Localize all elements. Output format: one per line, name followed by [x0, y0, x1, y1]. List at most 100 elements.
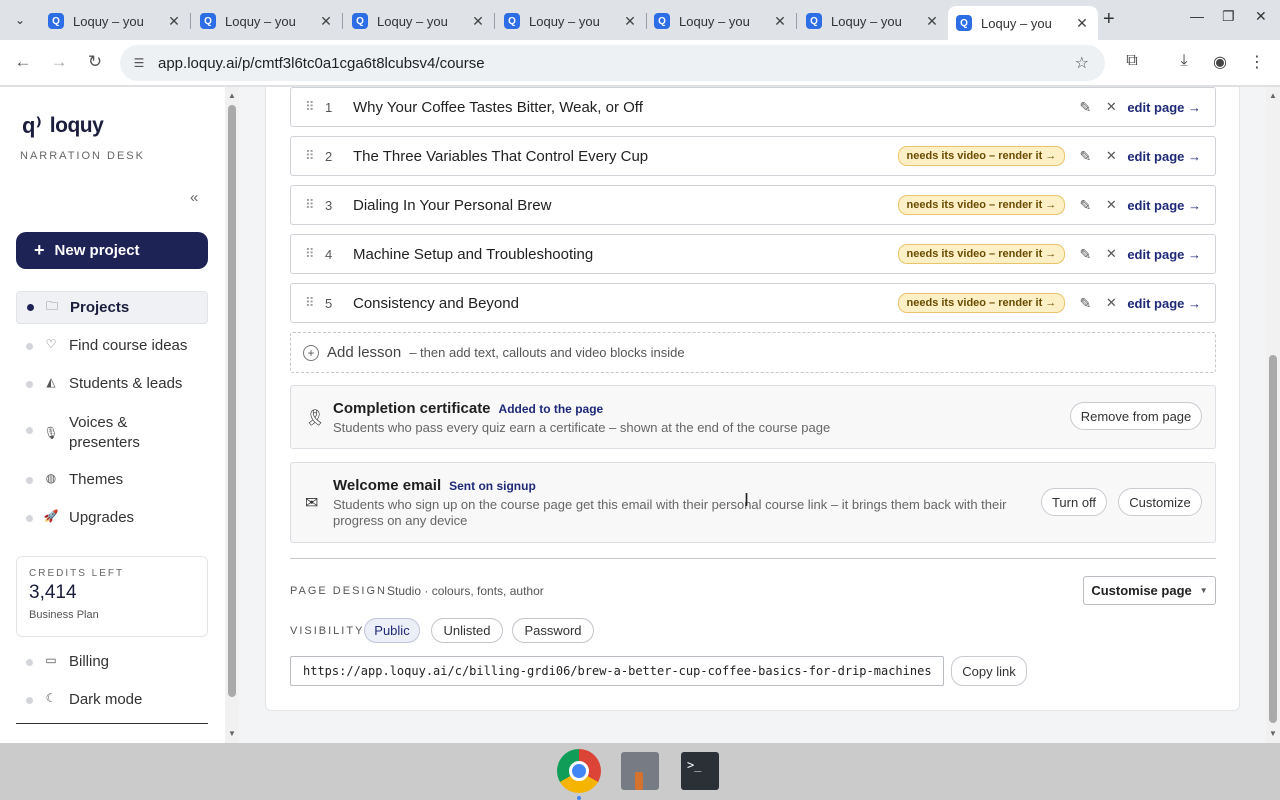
edit-page-link[interactable]: edit page →: [1127, 149, 1201, 164]
lesson-title[interactable]: Why Your Coffee Tastes Bitter, Weak, or …: [353, 99, 1077, 116]
terminal-app-icon[interactable]: >_: [678, 749, 722, 793]
sidebar-item-students-leads[interactable]: ◭ Students & leads: [16, 375, 208, 392]
scroll-down-arrow-icon[interactable]: ▼: [228, 729, 236, 738]
scroll-up-arrow-icon[interactable]: ▲: [1269, 91, 1277, 100]
lesson-title[interactable]: Dialing In Your Personal Brew: [353, 197, 898, 214]
pencil-icon[interactable]: ✎: [1077, 197, 1093, 214]
browser-tab[interactable]: Q Loquy – you ✕: [798, 6, 948, 36]
drag-handle-icon[interactable]: ⠿: [305, 197, 325, 213]
copy-link-button[interactable]: Copy link: [951, 656, 1027, 686]
tab-search-chevron-icon[interactable]: ⌄: [8, 8, 32, 32]
running-indicator: [577, 796, 581, 800]
turn-off-button[interactable]: Turn off: [1041, 488, 1107, 516]
browser-toolbar: ← → ↻ ☰ app.loquy.ai/p/cmtf3l6tc0a1cga6t…: [0, 40, 1280, 86]
lesson-row[interactable]: ⠿ 1 Why Your Coffee Tastes Bitter, Weak,…: [290, 87, 1216, 127]
minimize-icon[interactable]: —: [1190, 8, 1204, 24]
close-window-icon[interactable]: ✕: [1255, 8, 1267, 25]
remove-icon[interactable]: ✕: [1105, 246, 1117, 262]
sidebar-item-upgrades[interactable]: 🚀 Upgrades: [16, 509, 208, 526]
remove-icon[interactable]: ✕: [1105, 99, 1117, 115]
extensions-icon[interactable]: ⧉: [1121, 52, 1143, 70]
edit-page-link[interactable]: edit page →: [1127, 100, 1201, 115]
restore-icon[interactable]: ❐: [1222, 8, 1235, 25]
close-tab-icon[interactable]: ✕: [622, 13, 638, 30]
address-url[interactable]: app.loquy.ai/p/cmtf3l6tc0a1cga6t8lcubsv4…: [158, 55, 485, 72]
scroll-down-arrow-icon[interactable]: ▼: [1269, 729, 1277, 738]
back-icon[interactable]: ←: [12, 52, 34, 72]
drag-handle-icon[interactable]: ⠿: [305, 295, 325, 311]
browser-tab[interactable]: Q Loquy – you ✕: [646, 6, 797, 36]
lesson-row[interactable]: ⠿ 3 Dialing In Your Personal Brew needs …: [290, 185, 1216, 225]
render-video-badge[interactable]: needs its video – render it →: [897, 293, 1066, 313]
edit-page-link[interactable]: edit page →: [1127, 247, 1201, 262]
scrollbar-thumb[interactable]: [228, 105, 236, 697]
close-tab-icon[interactable]: ✕: [166, 13, 182, 30]
logo[interactable]: q⁾ loquy: [22, 113, 104, 139]
site-info-icon[interactable]: ☰: [128, 56, 150, 70]
browser-tab[interactable]: Q Loquy – you ✕: [192, 6, 343, 36]
sidebar-item-find-course-ideas[interactable]: ♡ Find course ideas: [16, 337, 208, 354]
drag-handle-icon[interactable]: ⠿: [305, 99, 325, 115]
browser-tab[interactable]: Q Loquy – you ✕: [344, 6, 495, 36]
lesson-row[interactable]: ⠿ 5 Consistency and Beyond needs its vid…: [290, 283, 1216, 323]
address-bar[interactable]: ☰ app.loquy.ai/p/cmtf3l6tc0a1cga6t8lcubs…: [120, 45, 1105, 81]
sidebar-item-voices-presenters[interactable]: 🎙 Voices & presenters: [16, 413, 208, 453]
browser-menu-icon[interactable]: ⋮: [1246, 52, 1268, 72]
collapse-sidebar-icon[interactable]: «: [190, 189, 198, 206]
lesson-title[interactable]: Machine Setup and Troubleshooting: [353, 246, 898, 263]
visibility-public-button[interactable]: Public: [364, 618, 420, 643]
remove-icon[interactable]: ✕: [1105, 197, 1117, 213]
sidebar-item-themes[interactable]: ◍ Themes: [16, 471, 208, 488]
course-share-url-field[interactable]: https://app.loquy.ai/c/billing-grdi06/br…: [290, 656, 944, 686]
remove-icon[interactable]: ✕: [1105, 295, 1117, 311]
close-tab-icon[interactable]: ✕: [470, 13, 486, 30]
visibility-unlisted-button[interactable]: Unlisted: [431, 618, 503, 643]
close-tab-icon[interactable]: ✕: [1074, 15, 1090, 32]
envelope-icon: ✉: [305, 495, 319, 512]
customize-email-button[interactable]: Customize: [1118, 488, 1202, 516]
scroll-up-arrow-icon[interactable]: ▲: [228, 91, 236, 100]
remove-icon[interactable]: ✕: [1105, 148, 1117, 164]
profile-icon[interactable]: ◉: [1209, 52, 1231, 72]
download-icon[interactable]: ⤓: [1173, 52, 1195, 70]
lesson-title[interactable]: The Three Variables That Control Every C…: [353, 148, 898, 165]
render-video-badge[interactable]: needs its video – render it →: [897, 146, 1066, 166]
pencil-icon[interactable]: ✎: [1077, 148, 1093, 165]
sidebar-item-billing[interactable]: ▭ Billing: [16, 653, 208, 670]
lesson-row[interactable]: ⠿ 4 Machine Setup and Troubleshooting ne…: [290, 234, 1216, 274]
close-tab-icon[interactable]: ✕: [924, 13, 940, 30]
browser-tab[interactable]: Q Loquy – you ✕: [496, 6, 647, 36]
tab-title: Loquy – you: [981, 15, 1052, 31]
add-lesson-button[interactable]: + Add lesson – then add text, callouts a…: [290, 332, 1216, 373]
new-tab-icon[interactable]: +: [1103, 8, 1123, 30]
close-tab-icon[interactable]: ✕: [318, 13, 334, 30]
bookmark-star-icon[interactable]: ☆: [1075, 53, 1089, 73]
tool-app-icon[interactable]: [618, 749, 662, 793]
browser-tab-active[interactable]: Q Loquy – you ✕: [948, 6, 1098, 40]
render-video-badge[interactable]: needs its video – render it →: [897, 195, 1066, 215]
new-project-button[interactable]: + New project: [16, 232, 208, 269]
pencil-icon[interactable]: ✎: [1077, 99, 1093, 116]
pencil-icon[interactable]: ✎: [1077, 295, 1093, 312]
forward-icon[interactable]: →: [48, 52, 70, 72]
edit-page-link[interactable]: edit page →: [1127, 198, 1201, 213]
page-scrollbar[interactable]: ▲ ▼: [1266, 87, 1280, 743]
sidebar-item-dark-mode[interactable]: ☾ Dark mode: [16, 691, 208, 708]
sidebar-scrollbar[interactable]: ▲ ▼: [225, 87, 239, 743]
chrome-app-icon[interactable]: [557, 749, 601, 793]
visibility-password-button[interactable]: Password: [512, 618, 594, 643]
reload-icon[interactable]: ↻: [84, 52, 106, 72]
browser-tab[interactable]: Q Loquy – you ✕: [40, 6, 191, 36]
lesson-title[interactable]: Consistency and Beyond: [353, 295, 898, 312]
pencil-icon[interactable]: ✎: [1077, 246, 1093, 263]
close-tab-icon[interactable]: ✕: [772, 13, 788, 30]
remove-from-page-button[interactable]: Remove from page: [1070, 402, 1202, 430]
sidebar-item-projects[interactable]: 🗀 Projects: [16, 291, 208, 324]
scrollbar-thumb[interactable]: [1269, 355, 1277, 723]
render-video-badge[interactable]: needs its video – render it →: [897, 244, 1066, 264]
drag-handle-icon[interactable]: ⠿: [305, 246, 325, 262]
customise-page-dropdown[interactable]: Customise page ▼: [1083, 576, 1216, 605]
drag-handle-icon[interactable]: ⠿: [305, 148, 325, 164]
lesson-row[interactable]: ⠿ 2 The Three Variables That Control Eve…: [290, 136, 1216, 176]
edit-page-link[interactable]: edit page →: [1127, 296, 1201, 311]
